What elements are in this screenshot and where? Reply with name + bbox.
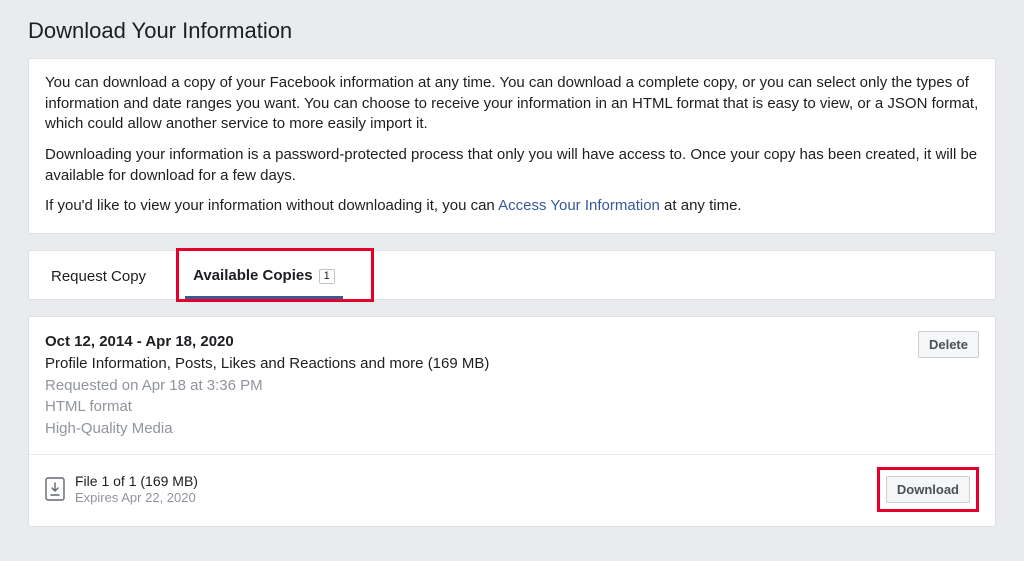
intro-paragraph-3: If you'd like to view your information w…	[45, 196, 979, 217]
highlight-available-copies: Available Copies 1	[176, 248, 374, 302]
intro-p3-post: at any time.	[660, 197, 742, 214]
file-title: File 1 of 1 (169 MB)	[75, 472, 198, 490]
page-title: Download Your Information	[28, 18, 996, 44]
intro-card: You can download a copy of your Facebook…	[28, 58, 996, 234]
copy-description: Profile Information, Posts, Likes and Re…	[45, 353, 489, 375]
delete-button[interactable]: Delete	[918, 331, 979, 358]
intro-paragraph-2: Downloading your information is a passwo…	[45, 145, 979, 186]
copy-actions: Delete	[918, 331, 979, 358]
tab-available-label: Available Copies	[193, 267, 313, 284]
copy-card: Oct 12, 2014 - Apr 18, 2020 Profile Info…	[28, 316, 996, 527]
tab-request-copy[interactable]: Request Copy	[43, 254, 154, 297]
copy-date-range: Oct 12, 2014 - Apr 18, 2020	[45, 331, 489, 353]
intro-paragraph-1: You can download a copy of your Facebook…	[45, 73, 979, 135]
tab-available-copies[interactable]: Available Copies 1	[185, 253, 343, 299]
download-file-icon	[45, 477, 65, 501]
intro-p3-pre: If you'd like to view your information w…	[45, 197, 498, 214]
copy-info: Oct 12, 2014 - Apr 18, 2020 Profile Info…	[45, 331, 489, 440]
download-button[interactable]: Download	[886, 476, 970, 503]
access-info-link[interactable]: Access Your Information	[498, 197, 660, 214]
highlight-download: Download	[877, 467, 979, 512]
copy-format: HTML format	[45, 396, 489, 418]
file-left: File 1 of 1 (169 MB) Expires Apr 22, 202…	[45, 472, 198, 507]
tabs-bar: Request Copy Available Copies 1	[28, 250, 996, 300]
copy-media: High-Quality Media	[45, 418, 489, 440]
file-text: File 1 of 1 (169 MB) Expires Apr 22, 202…	[75, 472, 198, 507]
file-expires: Expires Apr 22, 2020	[75, 490, 198, 507]
copy-summary-row: Oct 12, 2014 - Apr 18, 2020 Profile Info…	[29, 317, 995, 455]
available-copies-badge: 1	[319, 269, 335, 284]
file-row: File 1 of 1 (169 MB) Expires Apr 22, 202…	[29, 455, 995, 526]
copy-requested: Requested on Apr 18 at 3:36 PM	[45, 375, 489, 397]
